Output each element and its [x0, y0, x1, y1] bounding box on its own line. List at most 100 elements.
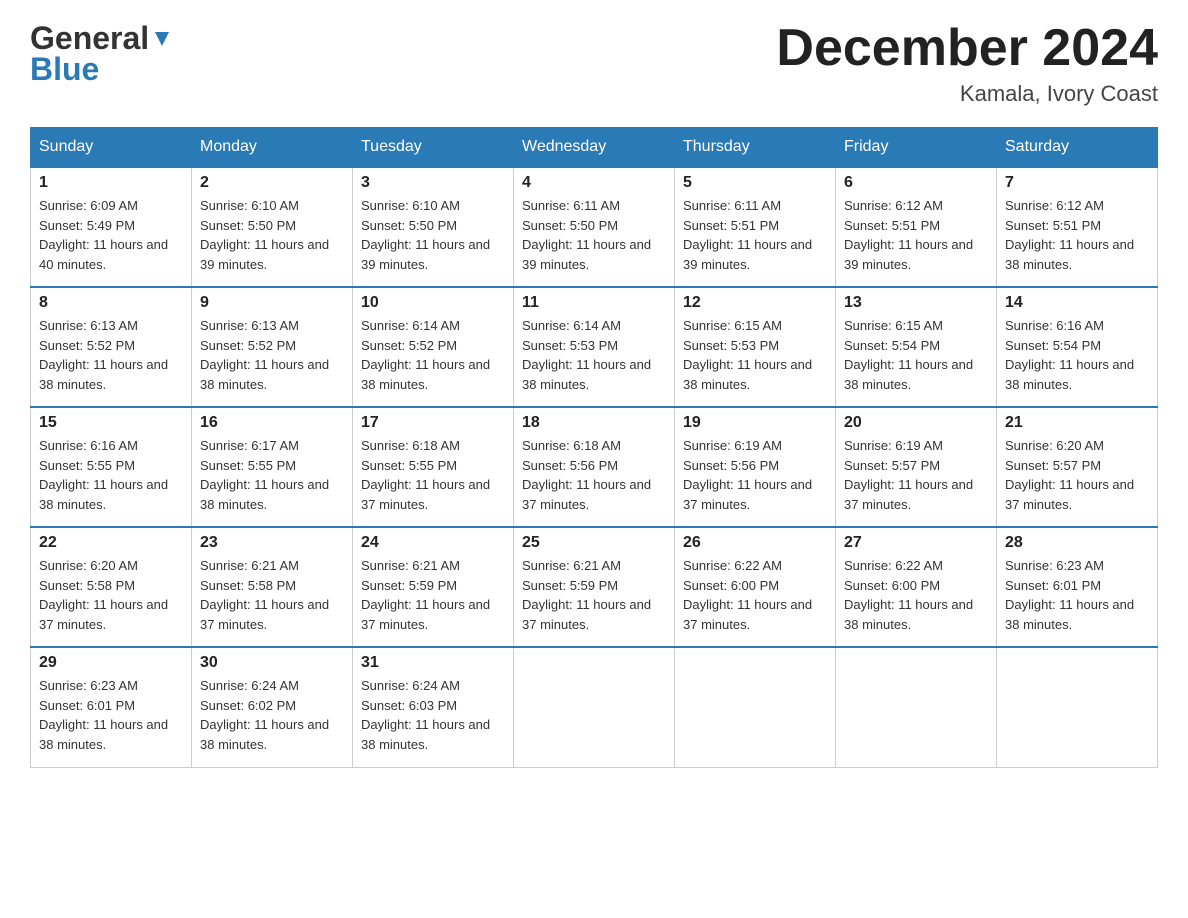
- page-header: General Blue December 2024 Kamala, Ivory…: [30, 20, 1158, 107]
- day-number: 1: [39, 174, 183, 192]
- day-number: 2: [200, 174, 344, 192]
- col-sunday: Sunday: [31, 128, 192, 168]
- day-info: Sunrise: 6:22 AMSunset: 6:00 PMDaylight:…: [844, 556, 988, 634]
- day-number: 21: [1005, 414, 1149, 432]
- day-number: 11: [522, 294, 666, 312]
- day-info: Sunrise: 6:15 AMSunset: 5:53 PMDaylight:…: [683, 316, 827, 394]
- day-number: 7: [1005, 174, 1149, 192]
- day-number: 3: [361, 174, 505, 192]
- title-area: December 2024 Kamala, Ivory Coast: [776, 20, 1158, 107]
- day-info: Sunrise: 6:18 AMSunset: 5:56 PMDaylight:…: [522, 436, 666, 514]
- day-number: 27: [844, 534, 988, 552]
- location-title: Kamala, Ivory Coast: [776, 81, 1158, 107]
- day-info: Sunrise: 6:24 AMSunset: 6:03 PMDaylight:…: [361, 676, 505, 754]
- day-info: Sunrise: 6:17 AMSunset: 5:55 PMDaylight:…: [200, 436, 344, 514]
- calendar-cell: 17 Sunrise: 6:18 AMSunset: 5:55 PMDayligh…: [353, 407, 514, 527]
- day-info: Sunrise: 6:14 AMSunset: 5:53 PMDaylight:…: [522, 316, 666, 394]
- calendar-cell: 6 Sunrise: 6:12 AMSunset: 5:51 PMDaylight…: [836, 167, 997, 287]
- day-number: 19: [683, 414, 827, 432]
- calendar-week-row: 1Sunrise: 6:09 AMSunset: 5:49 PMDaylight…: [31, 167, 1158, 287]
- day-info: Sunrise: 6:23 AMSunset: 6:01 PMDaylight:…: [1005, 556, 1149, 634]
- calendar-cell: 8 Sunrise: 6:13 AMSunset: 5:52 PMDaylight…: [31, 287, 192, 407]
- calendar-cell: 29Sunrise: 6:23 AMSunset: 6:01 PMDayligh…: [31, 647, 192, 767]
- calendar-cell: [675, 647, 836, 767]
- day-info: Sunrise: 6:11 AMSunset: 5:50 PMDaylight:…: [522, 196, 666, 274]
- calendar-cell: 26Sunrise: 6:22 AMSunset: 6:00 PMDayligh…: [675, 527, 836, 647]
- col-monday: Monday: [192, 128, 353, 168]
- day-info: Sunrise: 6:16 AMSunset: 5:55 PMDaylight:…: [39, 436, 183, 514]
- day-number: 14: [1005, 294, 1149, 312]
- calendar-week-row: 29Sunrise: 6:23 AMSunset: 6:01 PMDayligh…: [31, 647, 1158, 767]
- calendar-cell: 1Sunrise: 6:09 AMSunset: 5:49 PMDaylight…: [31, 167, 192, 287]
- calendar-cell: 27 Sunrise: 6:22 AMSunset: 6:00 PMDayligh…: [836, 527, 997, 647]
- day-info: Sunrise: 6:18 AMSunset: 5:55 PMDaylight:…: [361, 436, 505, 514]
- logo-triangle-icon: [151, 28, 173, 50]
- day-info: Sunrise: 6:20 AMSunset: 5:58 PMDaylight:…: [39, 556, 183, 634]
- logo-blue: Blue: [30, 51, 99, 88]
- calendar-table: Sunday Monday Tuesday Wednesday Thursday…: [30, 127, 1158, 768]
- day-info: Sunrise: 6:16 AMSunset: 5:54 PMDaylight:…: [1005, 316, 1149, 394]
- day-number: 9: [200, 294, 344, 312]
- day-info: Sunrise: 6:12 AMSunset: 5:51 PMDaylight:…: [844, 196, 988, 274]
- calendar-cell: 12 Sunrise: 6:15 AMSunset: 5:53 PMDayligh…: [675, 287, 836, 407]
- calendar-cell: 11 Sunrise: 6:14 AMSunset: 5:53 PMDayligh…: [514, 287, 675, 407]
- day-info: Sunrise: 6:11 AMSunset: 5:51 PMDaylight:…: [683, 196, 827, 274]
- calendar-cell: 15Sunrise: 6:16 AMSunset: 5:55 PMDayligh…: [31, 407, 192, 527]
- calendar-cell: 14 Sunrise: 6:16 AMSunset: 5:54 PMDayligh…: [997, 287, 1158, 407]
- calendar-cell: [836, 647, 997, 767]
- day-info: Sunrise: 6:19 AMSunset: 5:57 PMDaylight:…: [844, 436, 988, 514]
- col-thursday: Thursday: [675, 128, 836, 168]
- calendar-week-row: 8 Sunrise: 6:13 AMSunset: 5:52 PMDaylight…: [31, 287, 1158, 407]
- calendar-cell: 13 Sunrise: 6:15 AMSunset: 5:54 PMDayligh…: [836, 287, 997, 407]
- calendar-cell: 28 Sunrise: 6:23 AMSunset: 6:01 PMDayligh…: [997, 527, 1158, 647]
- day-info: Sunrise: 6:21 AMSunset: 5:58 PMDaylight:…: [200, 556, 344, 634]
- day-number: 31: [361, 654, 505, 672]
- calendar-cell: 30 Sunrise: 6:24 AMSunset: 6:02 PMDayligh…: [192, 647, 353, 767]
- day-info: Sunrise: 6:10 AMSunset: 5:50 PMDaylight:…: [361, 196, 505, 274]
- day-info: Sunrise: 6:21 AMSunset: 5:59 PMDaylight:…: [361, 556, 505, 634]
- col-saturday: Saturday: [997, 128, 1158, 168]
- calendar-week-row: 22Sunrise: 6:20 AMSunset: 5:58 PMDayligh…: [31, 527, 1158, 647]
- day-number: 12: [683, 294, 827, 312]
- day-number: 13: [844, 294, 988, 312]
- day-info: Sunrise: 6:13 AMSunset: 5:52 PMDaylight:…: [200, 316, 344, 394]
- day-info: Sunrise: 6:24 AMSunset: 6:02 PMDaylight:…: [200, 676, 344, 754]
- day-number: 8: [39, 294, 183, 312]
- day-number: 24: [361, 534, 505, 552]
- day-info: Sunrise: 6:14 AMSunset: 5:52 PMDaylight:…: [361, 316, 505, 394]
- month-title: December 2024: [776, 20, 1158, 77]
- calendar-cell: 2 Sunrise: 6:10 AMSunset: 5:50 PMDaylight…: [192, 167, 353, 287]
- calendar-cell: 10 Sunrise: 6:14 AMSunset: 5:52 PMDayligh…: [353, 287, 514, 407]
- col-wednesday: Wednesday: [514, 128, 675, 168]
- day-number: 30: [200, 654, 344, 672]
- calendar-cell: 9 Sunrise: 6:13 AMSunset: 5:52 PMDaylight…: [192, 287, 353, 407]
- day-info: Sunrise: 6:15 AMSunset: 5:54 PMDaylight:…: [844, 316, 988, 394]
- day-info: Sunrise: 6:23 AMSunset: 6:01 PMDaylight:…: [39, 676, 183, 754]
- day-number: 6: [844, 174, 988, 192]
- calendar-cell: 16Sunrise: 6:17 AMSunset: 5:55 PMDayligh…: [192, 407, 353, 527]
- day-info: Sunrise: 6:22 AMSunset: 6:00 PMDaylight:…: [683, 556, 827, 634]
- calendar-cell: 21Sunrise: 6:20 AMSunset: 5:57 PMDayligh…: [997, 407, 1158, 527]
- day-info: Sunrise: 6:21 AMSunset: 5:59 PMDaylight:…: [522, 556, 666, 634]
- calendar-cell: 23 Sunrise: 6:21 AMSunset: 5:58 PMDayligh…: [192, 527, 353, 647]
- day-info: Sunrise: 6:13 AMSunset: 5:52 PMDaylight:…: [39, 316, 183, 394]
- day-number: 23: [200, 534, 344, 552]
- calendar-cell: 22Sunrise: 6:20 AMSunset: 5:58 PMDayligh…: [31, 527, 192, 647]
- calendar-cell: 3 Sunrise: 6:10 AMSunset: 5:50 PMDaylight…: [353, 167, 514, 287]
- calendar-cell: 4Sunrise: 6:11 AMSunset: 5:50 PMDaylight…: [514, 167, 675, 287]
- logo: General Blue: [30, 20, 173, 88]
- col-tuesday: Tuesday: [353, 128, 514, 168]
- calendar-cell: [514, 647, 675, 767]
- day-info: Sunrise: 6:12 AMSunset: 5:51 PMDaylight:…: [1005, 196, 1149, 274]
- calendar-cell: 18 Sunrise: 6:18 AMSunset: 5:56 PMDayligh…: [514, 407, 675, 527]
- day-number: 10: [361, 294, 505, 312]
- day-number: 18: [522, 414, 666, 432]
- day-number: 20: [844, 414, 988, 432]
- day-number: 17: [361, 414, 505, 432]
- calendar-cell: [997, 647, 1158, 767]
- calendar-cell: 19Sunrise: 6:19 AMSunset: 5:56 PMDayligh…: [675, 407, 836, 527]
- calendar-header-row: Sunday Monday Tuesday Wednesday Thursday…: [31, 128, 1158, 168]
- day-number: 28: [1005, 534, 1149, 552]
- day-info: Sunrise: 6:10 AMSunset: 5:50 PMDaylight:…: [200, 196, 344, 274]
- day-number: 5: [683, 174, 827, 192]
